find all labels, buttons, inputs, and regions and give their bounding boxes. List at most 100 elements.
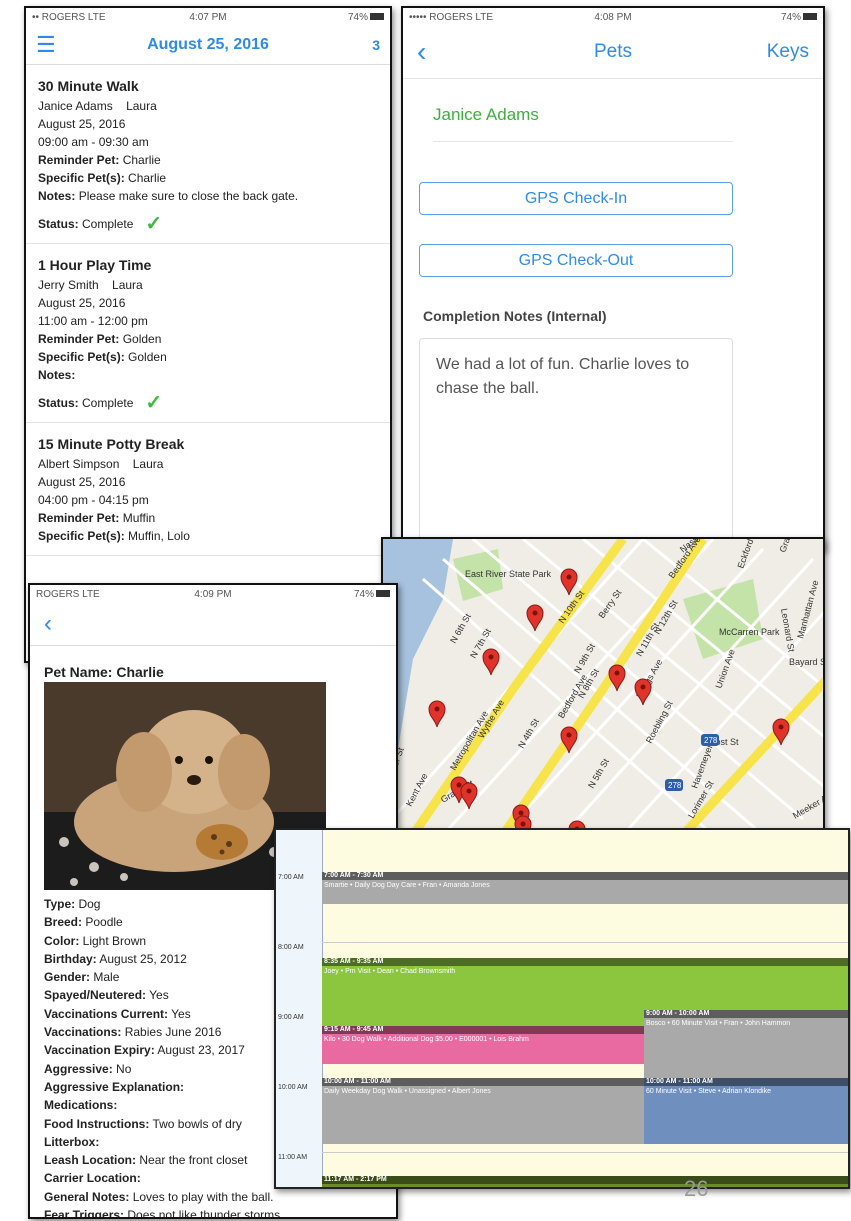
visit-time: 04:00 pm - 04:15 pm bbox=[38, 493, 149, 507]
reminder-pet-label: Reminder Pet: bbox=[38, 153, 120, 167]
time-label: 8:00 AM bbox=[278, 944, 304, 951]
hour-gridline bbox=[322, 1152, 848, 1153]
nav-bar: ☰ August 25, 2016 3 bbox=[26, 26, 390, 65]
visit-list-item[interactable]: 15 Minute Potty Break Albert Simpson Laur… bbox=[26, 423, 390, 556]
pet-name-label: Pet Name: Charlie bbox=[44, 664, 164, 680]
pet-detail-key: General Notes: bbox=[44, 1189, 130, 1204]
calendar-appointment[interactable]: 9:00 AM - 10:00 AM Bosco • 60 Minute Visi… bbox=[644, 1010, 848, 1078]
visit-title: 30 Minute Walk bbox=[38, 78, 139, 94]
staff-name: Laura bbox=[126, 99, 157, 113]
map-pin-dot bbox=[778, 724, 784, 730]
appointment-text: Bosco • 60 Minute Visit • Fran • John Ha… bbox=[646, 1020, 791, 1027]
appointment-time: 9:00 AM - 10:00 AM bbox=[644, 1010, 848, 1018]
specific-pets-value: Golden bbox=[128, 350, 167, 364]
street-map[interactable]: East River State ParkKent AveBerry StBed… bbox=[383, 539, 825, 833]
staff-name: Laura bbox=[132, 457, 164, 471]
pet-detail-value: Yes bbox=[149, 988, 169, 1003]
client-name: Jerry Smith bbox=[38, 278, 99, 292]
specific-pets-label: Specific Pet(s): bbox=[38, 529, 125, 543]
battery-percent: 74% bbox=[353, 588, 374, 600]
reminder-pet-row: Reminder Pet: Charlie bbox=[38, 151, 380, 169]
schedule-screen: •• ROGERS LTE 4:07 PM 74% ☰ August 25, 2… bbox=[24, 6, 392, 663]
client-name: Albert Simpson bbox=[38, 457, 120, 471]
map-view[interactable]: East River State Park Kent Ave Berry St Bed… bbox=[381, 537, 825, 833]
appointment-text: Smartie • Daily Dog Day Care • Fran • Am… bbox=[324, 882, 490, 889]
nav-bar: ‹ bbox=[30, 603, 396, 646]
notes-row: Notes: Please make sure to close the bac… bbox=[38, 187, 380, 205]
time-label: 7:00 AM bbox=[278, 874, 304, 881]
clock-label: 4:07 PM bbox=[189, 11, 227, 23]
calendar-appointment[interactable]: 7:00 AM - 7:30 AM Smartie • Daily Dog Day… bbox=[322, 872, 848, 904]
pet-detail-row: Birthday: August 25, 2012 bbox=[44, 950, 283, 968]
map-pin-dot bbox=[520, 821, 526, 827]
pet-detail-row: Aggressive: No bbox=[44, 1060, 283, 1078]
clock-label: 4:08 PM bbox=[594, 11, 632, 23]
specific-pets-value: Charlie bbox=[128, 171, 167, 185]
time-label: 10:00 AM bbox=[278, 1084, 308, 1091]
pet-detail-key: Leash Location: bbox=[44, 1153, 137, 1168]
gps-check-in-button[interactable]: GPS Check-In bbox=[419, 182, 733, 215]
carrier-label: ••••• ROGERS LTE bbox=[409, 11, 493, 23]
completion-notes-textarea[interactable]: We had a lot of fun. Charlie loves to ch… bbox=[419, 338, 733, 548]
reminder-pet-value: Charlie bbox=[122, 153, 161, 167]
battery-indicator: 74% bbox=[681, 12, 817, 23]
visit-count[interactable]: 3 bbox=[340, 37, 380, 53]
specific-pets-value: Muffin, Lolo bbox=[128, 529, 190, 543]
appointment-time: 10:00 AM - 11:00 AM bbox=[322, 1078, 644, 1086]
pet-detail-row: Type: Dog bbox=[44, 895, 283, 913]
pet-detail-key: Breed: bbox=[44, 915, 83, 930]
specific-pets-row: Specific Pet(s): Charlie bbox=[38, 169, 380, 187]
specific-pets-row: Specific Pet(s): Golden bbox=[38, 348, 380, 366]
back-chevron-icon[interactable]: ‹ bbox=[417, 36, 487, 68]
reminder-pet-label: Reminder Pet: bbox=[38, 511, 120, 525]
calendar-appointment[interactable]: 10:00 AM - 11:00 AM 60 Minute Visit • Ste… bbox=[644, 1078, 848, 1144]
appointment-time: 8:35 AM - 9:35 AM bbox=[322, 958, 848, 966]
date-title[interactable]: August 25, 2016 bbox=[76, 36, 340, 54]
calendar-appointment[interactable]: 10:00 AM - 11:00 AM Daily Weekday Dog Wal… bbox=[322, 1078, 644, 1144]
pet-detail-value: Dog bbox=[78, 897, 101, 911]
keys-nav-link[interactable]: Keys bbox=[739, 41, 809, 63]
carrier-label: •• ROGERS LTE bbox=[32, 11, 106, 23]
client-name: Janice Adams bbox=[38, 99, 113, 113]
pet-detail-key: Color: bbox=[44, 933, 80, 948]
status-bar: ROGERS LTE 4:09 PM 74% bbox=[30, 585, 396, 603]
pet-detail-key: Carrier Location: bbox=[44, 1171, 141, 1186]
map-street-label: East River State Park bbox=[465, 569, 552, 579]
pet-detail-row: Vaccinations Current: Yes bbox=[44, 1005, 283, 1023]
pet-detail-row: General Notes: Loves to play with the ba… bbox=[44, 1188, 283, 1206]
back-chevron-icon[interactable]: ‹ bbox=[44, 610, 52, 638]
visit-client-staff: Jerry Smith Laura bbox=[38, 276, 380, 294]
reminder-pet-value: Golden bbox=[122, 332, 162, 346]
visit-list-item[interactable]: 30 Minute Walk Janice Adams Laura August 2… bbox=[26, 65, 390, 244]
appointment-time: 9:15 AM - 9:45 AM bbox=[322, 1026, 644, 1034]
map-pin-dot bbox=[456, 782, 462, 788]
staff-name: Laura bbox=[112, 278, 143, 292]
pets-nav-link[interactable]: Pets bbox=[487, 41, 739, 63]
appointment-text: 60 Minute Visit • Steve • Adrian Klondik… bbox=[646, 1088, 772, 1095]
battery-percent: 74% bbox=[347, 11, 368, 23]
specific-pets-label: Specific Pet(s): bbox=[38, 350, 125, 364]
map-pin-dot bbox=[614, 670, 620, 676]
battery-indicator: 74% bbox=[272, 589, 390, 600]
battery-icon bbox=[803, 13, 817, 21]
status-label: Status: bbox=[38, 217, 79, 231]
pet-detail-key: Medications: bbox=[44, 1098, 118, 1113]
pet-detail-value: Yes bbox=[171, 1006, 191, 1021]
pet-detail-key: Birthday: bbox=[44, 951, 97, 966]
visit-list-item[interactable]: 1 Hour Play Time Jerry Smith Laura August … bbox=[26, 244, 390, 423]
pet-detail-value: Near the front closet bbox=[139, 1153, 248, 1168]
checkmark-icon: ✓ bbox=[145, 213, 163, 235]
pet-detail-value: August 25, 2012 bbox=[99, 951, 187, 966]
clock-label: 4:09 PM bbox=[194, 588, 232, 600]
pet-detail-value: Loves to play with the ball. bbox=[132, 1189, 274, 1204]
calendar-appointment[interactable]: 9:15 AM - 9:45 AM Kilo • 30 Dog Walk • Ad… bbox=[322, 1026, 644, 1064]
page-number: 26 bbox=[684, 1176, 709, 1201]
pet-detail-key: Vaccinations: bbox=[44, 1025, 122, 1040]
status-value: Complete bbox=[82, 217, 134, 231]
visit-detail-screen: ••••• ROGERS LTE 4:08 PM 74% ‹ Pets Keys… bbox=[401, 6, 825, 551]
pet-detail-key: Vaccination Expiry: bbox=[44, 1043, 155, 1058]
calendar-appointment[interactable]: 11:17 AM - 2:17 PM bbox=[322, 1176, 848, 1187]
pet-detail-key: Type: bbox=[44, 897, 76, 911]
hamburger-menu-icon[interactable]: ☰ bbox=[36, 32, 76, 58]
gps-check-out-button[interactable]: GPS Check-Out bbox=[419, 244, 733, 277]
